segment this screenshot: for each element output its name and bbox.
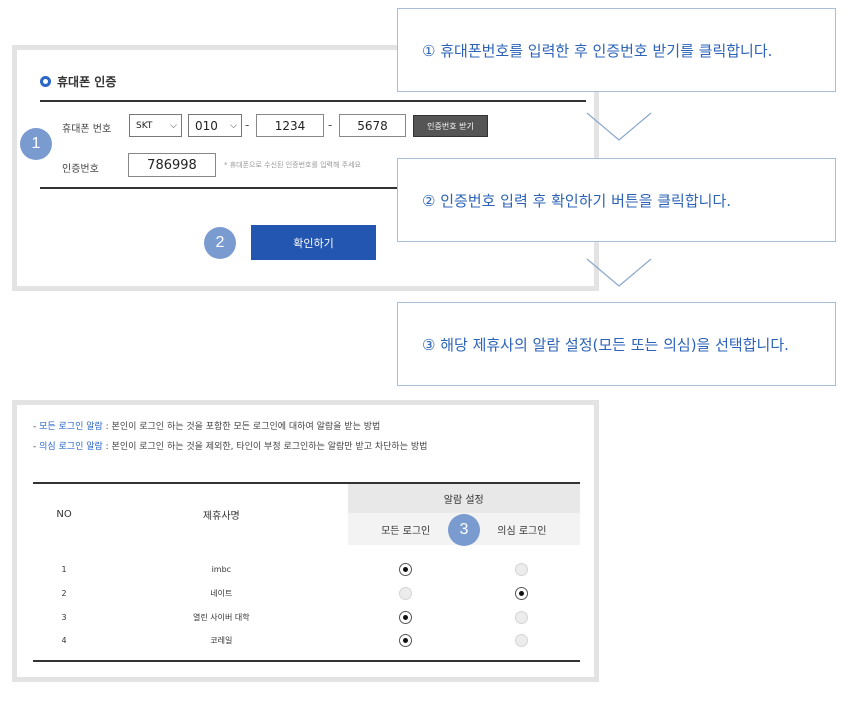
row-suspicious-cell [464,581,580,605]
confirm-button[interactable]: 확인하기 [251,225,376,260]
all-login-radio[interactable] [399,634,413,647]
suspicious-login-text: : 본인이 로그인 하는 것을 제외한, 타인이 부정 로그인하는 알람만 받고… [102,442,428,452]
col-suspicious-login: 의심 로그인 [463,513,580,545]
verification-code-input[interactable]: 786998 [128,153,216,177]
verification-code-label: 인증번호 [62,164,99,175]
chevron-down-icon [586,258,652,287]
table-row: 3 열린 사이버 대학 [33,605,580,629]
row-no: 4 [33,629,96,662]
step-badge-3: 3 [448,514,480,546]
request-code-button[interactable]: 인증번호 받기 [413,115,488,137]
row-all-cell [348,545,464,581]
alarm-settings-table: NO 제휴사명 알람 설정 모든 로그인 의심 로그인 1 imbc 2 네이트 3 열린… [33,482,580,662]
phone-number-label: 휴대폰 번호 [62,124,112,135]
all-login-description: - 모든 로그인 알람 : 본인이 로그인 하는 것을 포함한 모든 로그인에 … [33,419,380,432]
all-login-radio[interactable] [399,562,413,576]
col-no: NO [33,482,96,545]
row-no: 3 [61,612,67,622]
col-alarm-setting: 알람 설정 [347,482,580,513]
all-login-radio[interactable] [399,610,413,624]
col-partner-name: 제휴사명 [95,482,348,545]
suspicious-login-radio[interactable] [515,586,529,600]
row-suspicious-cell [463,629,580,662]
all-login-text: : 본인이 로그인 하는 것을 포함한 모든 로그인에 대하여 알람을 받는 방… [102,422,381,432]
row-suspicious-cell [464,605,580,629]
table-row: 2 네이트 [33,581,580,605]
row-no: 1 [61,564,67,574]
code-hint-text: * 휴대폰으로 수신된 인증번호를 입력해 주세요 [224,161,361,169]
col-all-login: 모든 로그인 [347,513,464,545]
separator-dash: - [328,118,333,132]
row-all-cell [348,605,464,629]
table-row: 1 imbc [33,545,580,581]
instruction-callout-1: ① 휴대폰번호를 입력한 후 인증번호 받기를 클릭합니다. [397,8,836,92]
suspicious-login-radio[interactable] [515,634,529,647]
all-login-radio[interactable] [399,586,413,600]
instruction-callout-3: ③ 해당 제휴사의 알람 설정(모든 또는 의심)을 선택합니다. [397,302,836,386]
chevron-down-icon: ⌵ [230,120,237,131]
suspicious-login-radio[interactable] [515,562,529,576]
suspicious-login-key: 의심 로그인 알람 [39,442,103,452]
step-badge-2: 2 [204,227,236,259]
row-suspicious-cell [464,545,580,581]
section-title: 휴대폰 인증 [40,73,116,90]
phone-prefix-select[interactable]: 010 ⌵ [188,114,242,137]
row-partner-name: 열린 사이버 대학 [193,612,250,622]
step-badge-1: 1 [20,128,52,160]
section-title-text: 휴대폰 인증 [57,75,117,89]
chevron-down-icon: ⌵ [170,120,177,131]
row-partner-name: 네이트 [210,588,233,598]
radio-bullet-icon [40,76,51,87]
row-partner-name: imbc [211,564,232,574]
table-row: 4 코레일 [33,629,580,662]
suspicious-login-description: - 의심 로그인 알람 : 본인이 로그인 하는 것을 제외한, 타인이 부정 … [33,439,427,452]
separator-dash: - [245,118,250,132]
chevron-down-icon [586,112,652,141]
row-no: 2 [61,588,67,598]
suspicious-login-radio[interactable] [515,610,529,624]
divider-top [40,100,586,102]
row-partner-name: 코레일 [95,629,348,662]
row-all-cell [348,581,464,605]
instruction-callout-2: ② 인증번호 입력 후 확인하기 버튼을 클릭합니다. [397,158,836,242]
carrier-select[interactable]: SKT ⌵ [129,114,182,137]
prefix-value: 010 [195,118,218,133]
carrier-value: SKT [136,120,153,131]
phone-middle-input[interactable]: 1234 [256,114,324,137]
row-all-cell [347,629,464,662]
phone-last-input[interactable]: 5678 [339,114,406,137]
all-login-key: 모든 로그인 알람 [39,422,103,432]
